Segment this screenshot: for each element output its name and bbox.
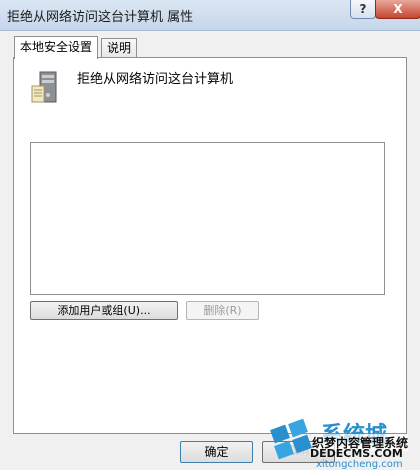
help-button[interactable]: ? bbox=[350, 0, 376, 19]
add-user-or-group-button[interactable]: 添加用户或组(U)... bbox=[30, 301, 178, 320]
policy-name: 拒绝从网络访问这台计算机 bbox=[77, 72, 234, 87]
help-icon: ? bbox=[359, 2, 367, 16]
users-listbox[interactable] bbox=[30, 142, 385, 295]
tab-explain[interactable]: 说明 bbox=[101, 38, 138, 59]
watermark-url: xitongcheng.com bbox=[316, 459, 403, 470]
close-button[interactable]: X bbox=[375, 0, 420, 19]
ok-button[interactable]: 确定 bbox=[180, 441, 253, 463]
tab-panel: 拒绝从网络访问这台计算机 添加用户或组(U)... 删除(R) bbox=[13, 57, 407, 434]
close-icon: X bbox=[393, 2, 403, 16]
window-title: 拒绝从网络访问这台计算机 属性 bbox=[7, 10, 194, 25]
title-bar[interactable]: 拒绝从网络访问这台计算机 属性 ? X bbox=[0, 0, 420, 31]
tab-local-security-setting[interactable]: 本地安全设置 bbox=[14, 36, 99, 59]
computer-tower-icon bbox=[31, 71, 57, 103]
remove-button[interactable]: 删除(R) bbox=[186, 301, 259, 320]
watermark: 系统城 织梦内容管理系统 DEDECMS.COM xitongcheng.com bbox=[266, 413, 420, 470]
